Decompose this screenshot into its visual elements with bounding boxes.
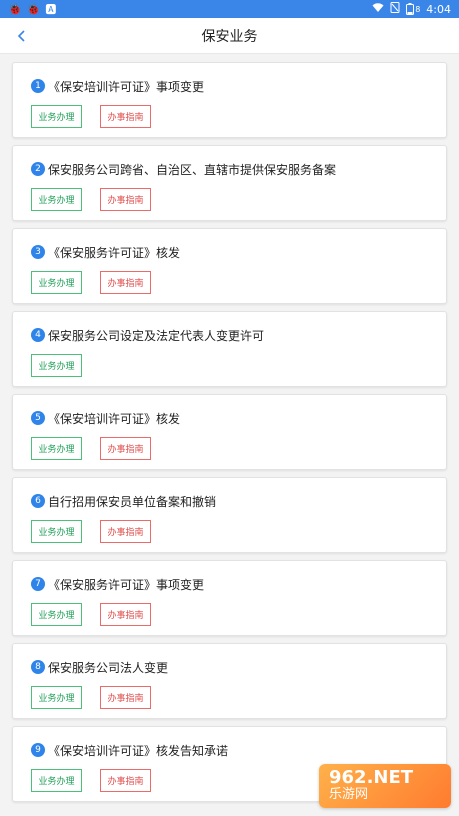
battery-icon: 8 [406,3,420,15]
guide-button[interactable]: 办事指南 [100,686,151,709]
item-number-badge: 4 [31,328,45,342]
service-name: 保安服务公司设定及法定代表人变更许可 [48,328,265,343]
service-name: 保安服务公司法人变更 [48,660,169,675]
item-number-badge: 3 [31,245,45,259]
handle-business-button[interactable]: 业务办理 [31,686,82,709]
service-card-title: 9 《保安培训许可证》核发告知承诺 [31,741,428,759]
guide-button[interactable]: 办事指南 [100,188,151,211]
service-name: 《保安服务许可证》核发 [48,245,181,260]
service-name: 《保安培训许可证》核发告知承诺 [48,743,229,758]
status-bar: 🐞 🐞 🅰 8 4:04 [0,0,459,18]
service-name: 《保安服务许可证》事项变更 [48,577,205,592]
handle-business-button[interactable]: 业务办理 [31,769,82,792]
handle-business-button[interactable]: 业务办理 [31,437,82,460]
wifi-icon [372,2,384,16]
item-number-badge: 5 [31,411,45,425]
back-button[interactable] [10,18,34,54]
guide-button[interactable]: 办事指南 [100,271,151,294]
chevron-left-icon [17,27,27,46]
service-card: 1 《保安培训许可证》事项变更业务办理 办事指南 [12,62,447,138]
guide-button[interactable]: 办事指南 [100,769,151,792]
item-number-badge: 8 [31,660,45,674]
service-actions: 业务办理 办事指南 [31,188,428,211]
guide-button[interactable]: 办事指南 [100,437,151,460]
service-card-title: 2 保安服务公司跨省、自治区、直辖市提供保安服务备案 [31,160,428,178]
service-name: 《保安培训许可证》事项变更 [48,79,205,94]
guide-button[interactable]: 办事指南 [100,603,151,626]
bug-icon: 🐞 [8,2,22,16]
service-card-title: 7 《保安服务许可证》事项变更 [31,575,428,593]
service-actions: 业务办理 办事指南 [31,686,428,709]
service-name: 自行招用保安员单位备案和撤销 [48,494,217,509]
status-time: 4:04 [426,2,451,16]
service-card-title: 8 保安服务公司法人变更 [31,658,428,676]
service-actions: 业务办理 办事指南 [31,520,428,543]
service-card: 6 自行招用保安员单位备案和撤销业务办理 办事指南 [12,477,447,553]
handle-business-button[interactable]: 业务办理 [31,188,82,211]
no-sim-icon [390,2,400,16]
watermark-top: 962.NET [329,767,414,788]
service-card-title: 3 《保安服务许可证》核发 [31,243,428,261]
item-number-badge: 7 [31,577,45,591]
letter-a-icon: 🅰 [45,2,57,16]
handle-business-button[interactable]: 业务办理 [31,603,82,626]
service-card-title: 1 《保安培训许可证》事项变更 [31,77,428,95]
service-card: 3 《保安服务许可证》核发业务办理 办事指南 [12,228,447,304]
battery-level: 8 [415,4,421,14]
status-left-icons: 🐞 🐞 🅰 [8,4,56,15]
status-right: 8 4:04 [372,2,451,16]
handle-business-button[interactable]: 业务办理 [31,520,82,543]
service-name: 保安服务公司跨省、自治区、直辖市提供保安服务备案 [48,162,337,177]
guide-button[interactable]: 办事指南 [100,105,151,128]
app-header: 保安业务 [0,18,459,54]
watermark-logo: 962.NET 乐游网 [319,764,451,808]
service-actions: 业务办理 [31,354,428,377]
service-card-title: 4 保安服务公司设定及法定代表人变更许可 [31,326,428,344]
watermark-bottom: 乐游网 [329,787,369,802]
service-card: 5 《保安培训许可证》核发业务办理 办事指南 [12,394,447,470]
service-name: 《保安培训许可证》核发 [48,411,181,426]
service-card: 7 《保安服务许可证》事项变更业务办理 办事指南 [12,560,447,636]
guide-button[interactable]: 办事指南 [100,520,151,543]
handle-business-button[interactable]: 业务办理 [31,271,82,294]
service-card: 2 保安服务公司跨省、自治区、直辖市提供保安服务备案业务办理 办事指南 [12,145,447,221]
service-list: 1 《保安培训许可证》事项变更 业务办理 办事指南 2 保安服务公司跨省、自治区、直辖市提… [0,54,459,802]
handle-business-button[interactable]: 业务办理 [31,354,82,377]
handle-business-button[interactable]: 业务办理 [31,105,82,128]
bug-icon: 🐞 [26,2,41,16]
service-actions: 业务办理 办事指南 [31,603,428,626]
service-card-title: 5 《保安培训许可证》核发 [31,409,428,427]
service-card: 4 保安服务公司设定及法定代表人变更许可业务办理 [12,311,447,387]
page-title: 保安业务 [201,28,258,45]
item-number-badge: 9 [31,743,45,757]
service-card: 8 保安服务公司法人变更业务办理 办事指南 [12,643,447,719]
service-actions: 业务办理 办事指南 [31,437,428,460]
item-number-badge: 2 [31,162,45,176]
item-number-badge: 6 [31,494,45,508]
item-number-badge: 1 [31,79,45,93]
service-actions: 业务办理 办事指南 [31,105,428,128]
service-card-title: 6 自行招用保安员单位备案和撤销 [31,492,428,510]
service-actions: 业务办理 办事指南 [31,271,428,294]
